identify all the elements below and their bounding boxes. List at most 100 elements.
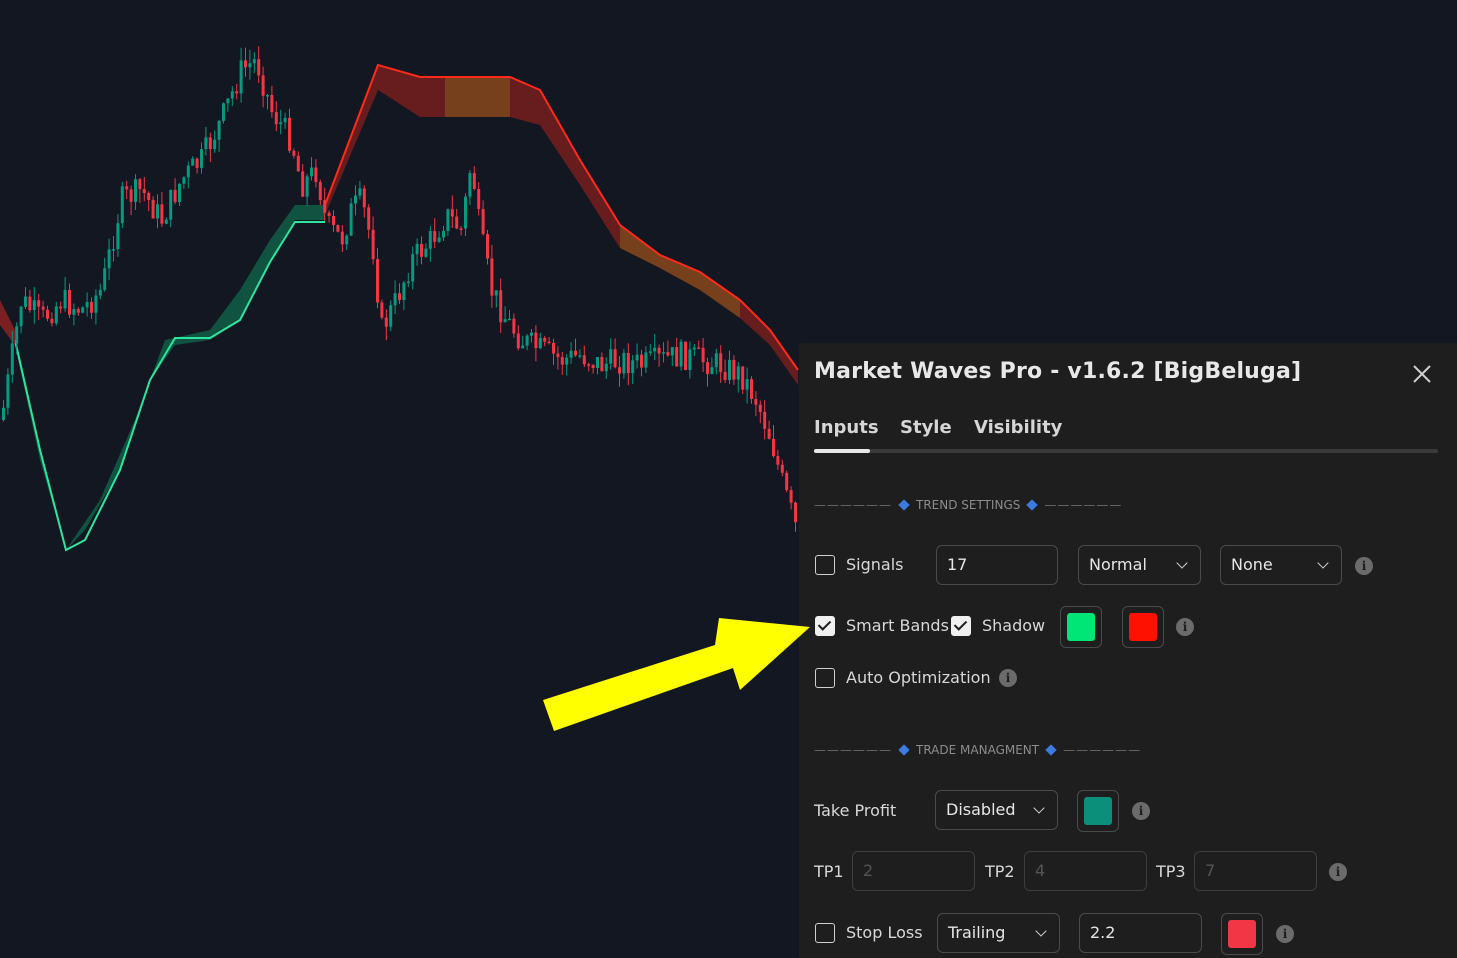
stop-loss-checkbox[interactable] [815, 923, 835, 943]
candle-body [200, 149, 203, 168]
candle-body [486, 234, 489, 259]
candle-body [644, 352, 648, 368]
candle-body [182, 177, 186, 184]
candle-body [723, 372, 727, 380]
candle-body [371, 229, 375, 260]
candle-body [32, 300, 36, 311]
candle-body [164, 219, 168, 224]
tp2-input[interactable]: 4 [1024, 851, 1147, 891]
info-icon[interactable]: i [1276, 925, 1294, 943]
candle-body [591, 364, 595, 368]
stop-loss-mode-select[interactable]: Trailing [937, 913, 1060, 953]
candle-body [728, 359, 731, 380]
candle-body [772, 438, 775, 457]
stop-loss-color-swatch[interactable] [1221, 913, 1263, 955]
take-profit-select[interactable]: Disabled [935, 790, 1058, 830]
candle-body [670, 347, 674, 356]
bull-color-swatch[interactable] [1060, 606, 1102, 648]
candle-body [464, 196, 467, 229]
candle-body [94, 295, 98, 313]
candle-body [305, 176, 309, 197]
candle-body [125, 186, 129, 190]
tp3-label: TP3 [1156, 862, 1186, 881]
info-icon[interactable]: i [1329, 863, 1347, 881]
info-icon[interactable]: i [1132, 802, 1150, 820]
candle-body [666, 352, 670, 356]
candle-body [578, 355, 582, 357]
candle-body [72, 309, 76, 315]
section-trend-settings: —————— TREND SETTINGS —————— [814, 498, 1123, 512]
candle-body [28, 296, 32, 311]
candle-body [41, 306, 45, 310]
signals-length-input[interactable]: 17 [936, 545, 1058, 585]
tab-visibility[interactable]: Visibility [974, 417, 1062, 438]
candle-body [2, 407, 5, 420]
candle-body [767, 428, 771, 439]
info-icon[interactable]: i [1355, 557, 1373, 575]
candle-body [37, 300, 41, 307]
signals-filter-select[interactable]: None [1220, 545, 1342, 585]
candle-body [543, 337, 547, 342]
candle-body [213, 139, 217, 150]
candle-body [459, 228, 463, 230]
stop-loss-multiplier-input[interactable]: 2.2 [1079, 913, 1202, 953]
tab-inputs[interactable]: Inputs [814, 417, 879, 438]
candle-body [455, 216, 459, 229]
candle-body [706, 362, 709, 375]
candle-body [19, 306, 23, 327]
candle-body [745, 379, 749, 390]
candle-body [538, 337, 542, 349]
shadow-checkbox[interactable] [951, 616, 971, 636]
auto-optimization-checkbox[interactable] [815, 668, 835, 688]
candle-body [226, 98, 230, 104]
tp1-input[interactable]: 2 [852, 851, 975, 891]
candle-body [741, 366, 745, 390]
close-icon[interactable] [1407, 359, 1437, 389]
candle-body [178, 183, 181, 203]
candle-body [380, 302, 384, 318]
candle-body [582, 355, 586, 365]
candle-body [112, 249, 115, 251]
indicator-settings-dialog: Market Waves Pro - v1.6.2 [BigBeluga] In… [799, 343, 1457, 958]
tp3-input[interactable]: 7 [1194, 851, 1317, 891]
candle-body [107, 249, 111, 269]
candle-body [310, 167, 313, 177]
take-profit-color-swatch[interactable] [1077, 790, 1119, 832]
candle-body [609, 349, 613, 364]
tab-style[interactable]: Style [900, 417, 952, 438]
candle-body [789, 490, 793, 503]
candle-body [530, 332, 533, 336]
info-icon[interactable]: i [1176, 618, 1194, 636]
candle-body [345, 235, 349, 245]
signals-mode-select[interactable]: Normal [1078, 545, 1201, 585]
auto-optimization-label: Auto Optimization [846, 668, 991, 687]
candle-body [279, 122, 283, 125]
candle-body [684, 341, 687, 370]
candle-body [336, 225, 340, 232]
diamond-icon [1026, 499, 1039, 511]
candle-body [565, 357, 569, 365]
candle-body [776, 456, 780, 465]
candle-body [569, 350, 573, 358]
candle-body [446, 209, 450, 231]
candle-body [90, 301, 93, 313]
bear-color-swatch[interactable] [1122, 606, 1164, 648]
candle-body [68, 290, 71, 315]
signals-checkbox[interactable] [815, 555, 835, 575]
candle-body [261, 75, 265, 96]
candle-body [156, 204, 159, 219]
candle-body [354, 195, 357, 204]
candle-body [785, 472, 789, 491]
candle-body [292, 150, 296, 156]
candle-body [428, 231, 432, 249]
info-icon[interactable]: i [999, 669, 1017, 687]
smart-bands-checkbox[interactable] [815, 616, 835, 636]
candle-body [54, 306, 58, 324]
active-tab-indicator [814, 449, 870, 453]
candle-body [411, 254, 415, 282]
candle-body [376, 259, 379, 303]
candle-body [442, 230, 445, 238]
candle-body [98, 289, 102, 296]
take-profit-label: Take Profit [814, 801, 897, 820]
candle-body [613, 349, 617, 368]
